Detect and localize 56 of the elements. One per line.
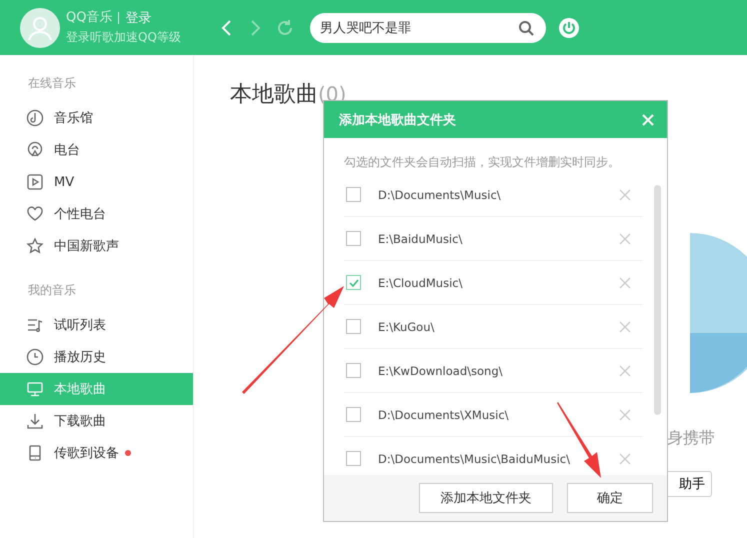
sidebar-icon	[26, 141, 44, 159]
checkbox[interactable]	[346, 363, 361, 378]
add-folder-button[interactable]: 添加本地文件夹	[419, 483, 553, 513]
checkbox[interactable]	[346, 275, 361, 290]
caption-text: 身携带	[666, 428, 715, 449]
section-title: 我的音乐	[27, 282, 77, 299]
refresh-icon[interactable]	[276, 18, 294, 36]
folder-path: D:\Documents\Music\	[378, 188, 502, 202]
sidebar-icon	[26, 205, 44, 223]
sidebar-item[interactable]: 试听列表	[0, 309, 193, 341]
search-icon[interactable]	[518, 20, 534, 36]
checkbox[interactable]	[346, 407, 361, 422]
checkbox[interactable]	[346, 231, 361, 246]
sidebar-icon	[26, 237, 44, 255]
search-field[interactable]: 男人哭吧不是罪	[310, 12, 546, 42]
remove-icon[interactable]	[619, 408, 631, 420]
checkbox[interactable]	[346, 451, 361, 466]
app-name: QQ音乐	[66, 12, 120, 24]
folder-path: E:\BaiduMusic\	[378, 232, 464, 246]
scrollbar[interactable]	[654, 185, 661, 415]
folder-path: E:\KwDownload\song\	[378, 364, 504, 378]
login-hint: 登录听歌加速QQ等级	[66, 29, 182, 46]
avatar-icon[interactable]	[20, 8, 60, 48]
power-icon[interactable]	[558, 16, 580, 38]
remove-icon[interactable]	[619, 364, 631, 376]
sidebar-item[interactable]: 播放历史	[0, 341, 193, 373]
checkbox[interactable]	[346, 187, 361, 202]
folder-path: E:\CloudMusic\	[378, 276, 464, 290]
sidebar-item[interactable]: 下载歌曲	[0, 405, 193, 437]
section-title: 在线音乐	[27, 75, 77, 92]
folder-path: D:\Documents\Music\BaiduMusic\	[378, 452, 571, 466]
page-title: 本地歌曲	[230, 81, 318, 109]
sidebar-item[interactable]: 音乐馆	[0, 102, 193, 134]
checkbox[interactable]	[346, 319, 361, 334]
sidebar-icon	[26, 109, 44, 127]
sidebar-item[interactable]: 传歌到设备	[0, 437, 193, 469]
remove-icon[interactable]	[619, 320, 631, 332]
dialog-title: 添加本地歌曲文件夹	[339, 112, 456, 128]
remove-icon[interactable]	[619, 452, 631, 464]
close-icon[interactable]	[641, 112, 655, 126]
folder-path: E:\KuGou\	[378, 320, 436, 334]
remove-icon[interactable]	[619, 232, 631, 244]
folder-path: D:\Documents\XMusic\	[378, 408, 510, 422]
sidebar-item[interactable]: 电台	[0, 134, 193, 166]
remove-icon[interactable]	[619, 188, 631, 200]
sidebar-icon	[26, 412, 44, 430]
sidebar-icon	[26, 173, 44, 191]
sidebar-item[interactable]: 个性电台	[0, 198, 193, 230]
dialog-hint: 勾选的文件夹会自动扫描，实现文件增删实时同步。	[344, 154, 621, 171]
sidebar-item[interactable]: MV	[0, 166, 193, 198]
remove-icon[interactable]	[619, 276, 631, 288]
check-icon	[348, 276, 360, 288]
sidebar-item[interactable]: 中国新歌声	[0, 230, 193, 262]
sidebar-icon	[26, 380, 44, 398]
sidebar-icon	[26, 348, 44, 366]
confirm-button[interactable]: 确定	[567, 483, 653, 513]
